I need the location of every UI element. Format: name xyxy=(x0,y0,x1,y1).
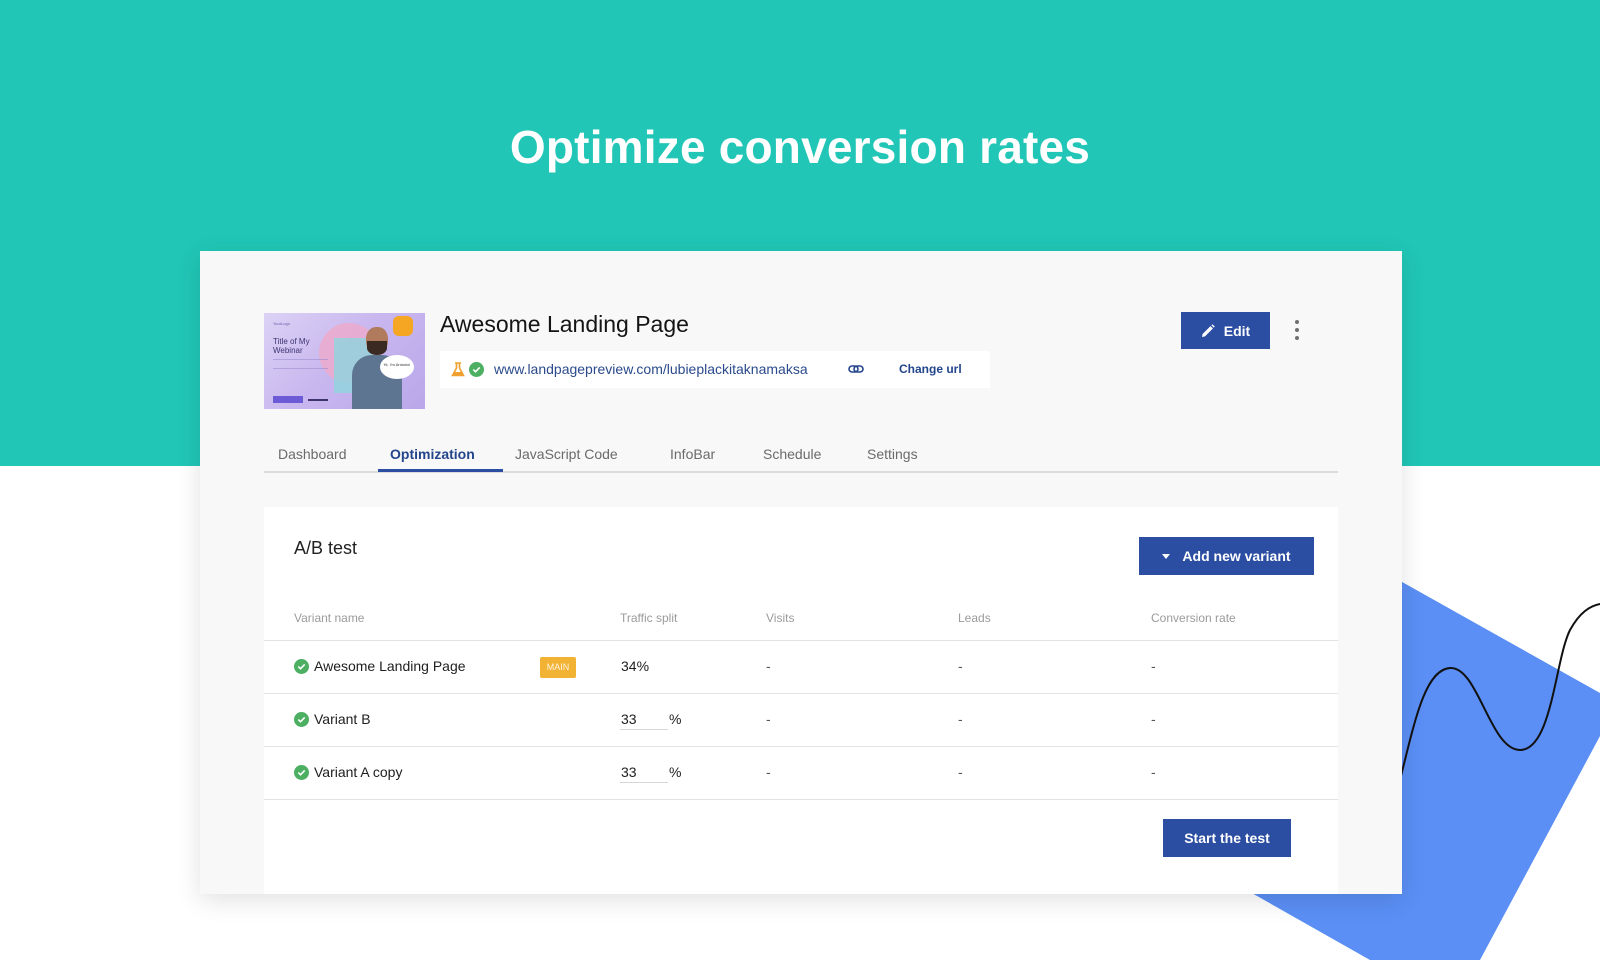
ab-test-title: A/B test xyxy=(294,538,358,558)
page-url-link[interactable]: www.landpagepreview.com/lubieplackitakna… xyxy=(494,361,808,377)
thumb-button xyxy=(273,396,303,403)
tab-javascript-code[interactable]: JavaScript Code xyxy=(515,446,618,462)
add-new-variant-label: Add new variant xyxy=(1182,548,1291,564)
landing-page-card: YourLogo Title of My Webinar Hi, I'm Ant… xyxy=(200,251,1402,894)
tab-bar: Dashboard Optimization JavaScript Code I… xyxy=(264,435,1338,473)
column-header-variant-name: Variant name xyxy=(294,611,365,625)
check-circle-icon xyxy=(469,362,484,377)
edit-button[interactable]: Edit xyxy=(1181,312,1270,349)
column-header-conversion-rate: Conversion rate xyxy=(1151,611,1236,625)
column-header-visits: Visits xyxy=(766,611,795,625)
variant-name: Variant A copy xyxy=(314,764,403,780)
conversion-rate-value: - xyxy=(1151,658,1156,674)
tab-dashboard[interactable]: Dashboard xyxy=(278,446,347,462)
check-circle-icon xyxy=(294,659,309,674)
traffic-split-input[interactable] xyxy=(620,761,668,783)
conversion-rate-value: - xyxy=(1151,711,1156,727)
ab-test-panel: A/B test Add new variant Variant name Tr… xyxy=(264,507,1338,894)
edit-button-label: Edit xyxy=(1223,322,1251,339)
leads-value: - xyxy=(958,711,963,727)
variant-name: Variant B xyxy=(314,711,371,727)
column-header-leads: Leads xyxy=(958,611,991,625)
table-row: Variant B % - - - xyxy=(264,694,1338,747)
leads-value: - xyxy=(958,658,963,674)
traffic-split-input[interactable] xyxy=(620,708,668,730)
visits-value: - xyxy=(766,764,771,780)
thumb-title: Title of My Webinar xyxy=(273,337,310,355)
url-bar: www.landpagepreview.com/lubieplackitakna… xyxy=(440,351,990,388)
page-title: Awesome Landing Page xyxy=(440,311,689,337)
pencil-icon xyxy=(1201,323,1215,337)
thumb-logo: YourLogo xyxy=(273,321,290,326)
flask-icon xyxy=(451,362,465,377)
variant-name: Awesome Landing Page xyxy=(314,658,466,674)
conversion-rate-value: - xyxy=(1151,764,1156,780)
leads-value: - xyxy=(958,764,963,780)
thumb-hand-icon xyxy=(393,316,413,336)
thumb-text-lines xyxy=(273,359,328,369)
column-header-traffic-split: Traffic split xyxy=(620,611,678,625)
link-icon[interactable] xyxy=(848,363,864,375)
visits-value: - xyxy=(766,711,771,727)
change-url-link[interactable]: Change url xyxy=(899,362,962,376)
kebab-menu-icon[interactable] xyxy=(1290,317,1304,343)
main-badge: MAIN xyxy=(540,657,576,678)
start-test-button[interactable]: Start the test xyxy=(1163,819,1291,857)
tab-optimization[interactable]: Optimization xyxy=(390,446,475,462)
percent-unit: % xyxy=(669,764,682,780)
add-new-variant-button[interactable]: Add new variant xyxy=(1139,537,1314,575)
table-row: Variant A copy % - - - xyxy=(264,747,1338,800)
table-row: Awesome Landing Page MAIN 34% - - - xyxy=(264,641,1338,694)
caret-down-icon xyxy=(1162,553,1171,559)
percent-unit: % xyxy=(669,711,682,727)
check-circle-icon xyxy=(294,712,309,727)
visits-value: - xyxy=(766,658,771,674)
tab-settings[interactable]: Settings xyxy=(867,446,918,462)
tab-infobar[interactable]: InfoBar xyxy=(670,446,715,462)
active-tab-indicator xyxy=(378,469,503,472)
traffic-split-value: 34% xyxy=(621,658,650,674)
thumb-speech-bubble: Hi, I'm Antonio! xyxy=(380,355,414,379)
landing-page-thumbnail[interactable]: YourLogo Title of My Webinar Hi, I'm Ant… xyxy=(264,313,425,409)
check-circle-icon xyxy=(294,765,309,780)
tab-schedule[interactable]: Schedule xyxy=(763,446,821,462)
thumb-link xyxy=(308,399,328,401)
